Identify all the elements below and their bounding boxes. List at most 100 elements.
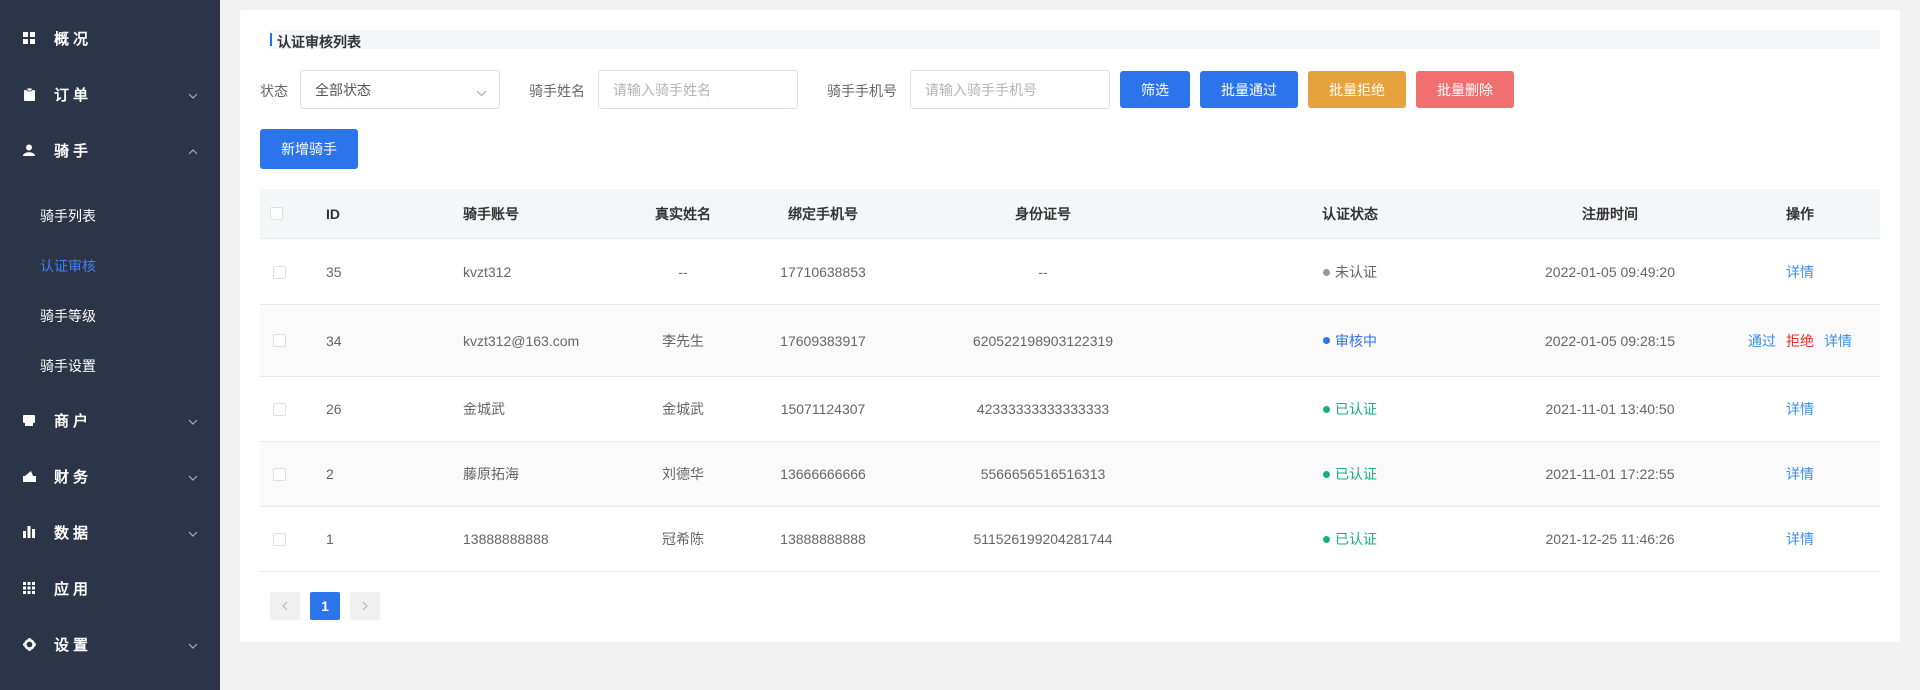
cell-phone: 17609383917 [780, 332, 866, 349]
nav-item-riders[interactable]: 骑手 [0, 122, 220, 178]
cell-register-time: 2021-12-25 11:46:26 [1545, 531, 1675, 547]
nav-label: 财务 [54, 468, 93, 486]
detail-link[interactable]: 详情 [1786, 464, 1814, 484]
row-checkbox[interactable] [273, 265, 286, 279]
page-number-current[interactable]: 1 [310, 592, 340, 620]
col-id: ID [326, 205, 340, 222]
sub-item-rider-level[interactable]: 骑手等级 [0, 296, 220, 336]
cell-register-time: 2022-01-05 09:28:15 [1545, 332, 1675, 349]
status-badge: 已认证 [1335, 531, 1377, 547]
store-icon [22, 413, 36, 427]
rider-name-input-box[interactable] [598, 70, 798, 109]
wallet-icon [22, 469, 36, 483]
row-select-cell [273, 240, 293, 304]
col-status: 认证状态 [1322, 205, 1378, 222]
select-all-checkbox[interactable] [270, 207, 283, 220]
cell-id: 2 [326, 466, 334, 482]
approve-link[interactable]: 通过 [1748, 331, 1776, 351]
table-row: 26 金城武 金城武 15071124307 42333333333333333 2021… [260, 377, 1880, 442]
rider-phone-input-box[interactable] [910, 70, 1110, 109]
select-all-cell [270, 189, 290, 238]
batch-approve-button[interactable]: 批量通过 [1200, 71, 1298, 108]
cell-real-name: 冠希陈 [662, 531, 704, 547]
main-card: 认证审核列表 状态 全部状态 骑手姓名 骑手手机号 筛选 批量通过 批量拒绝 批… [240, 10, 1900, 642]
cell-id: 26 [326, 401, 342, 417]
title-accent [270, 33, 272, 46]
grid-icon [22, 31, 36, 45]
cell-id: 1 [326, 531, 334, 547]
sub-item-rider-settings[interactable]: 骑手设置 [0, 346, 220, 386]
nav-item-data[interactable]: 数据 [0, 504, 220, 560]
nav-item-overview[interactable]: 概况 [0, 10, 220, 66]
cell-real-name: 刘德华 [662, 466, 704, 482]
row-select-cell [273, 305, 293, 376]
detail-link[interactable]: 详情 [1786, 399, 1814, 419]
prev-page-button[interactable] [270, 592, 300, 620]
cell-idcard: 5566656516516313 [980, 466, 1106, 482]
nav-label: 商户 [54, 412, 93, 430]
nav-label: 设置 [54, 636, 93, 654]
cell-status: 已认证 [1290, 442, 1410, 506]
cell-real-name: -- [678, 264, 688, 280]
cell-idcard: -- [1038, 264, 1048, 280]
nav-label: 订单 [54, 86, 93, 104]
add-rider-button[interactable]: 新增骑手 [260, 129, 358, 169]
clipboard-icon [22, 87, 36, 101]
col-phone: 绑定手机号 [788, 205, 858, 222]
row-checkbox[interactable] [273, 467, 286, 481]
row-checkbox[interactable] [273, 334, 286, 347]
cell-account: 藤原拓海 [463, 466, 519, 482]
rider-name-input[interactable] [613, 81, 797, 98]
cell-status: 审核中 [1290, 305, 1410, 376]
nav-item-merchants[interactable]: 商户 [0, 392, 220, 448]
chevron-down-icon [188, 468, 198, 484]
table-row: 35 kvzt312 -- 17710638853 -- 2022-01-05 09:49… [260, 240, 1880, 305]
cell-real-name: 金城武 [662, 401, 704, 417]
cell-phone: 13666666666 [780, 466, 866, 482]
reject-link[interactable]: 拒绝 [1786, 331, 1814, 351]
cell-phone: 17710638853 [780, 264, 866, 280]
row-checkbox[interactable] [273, 402, 286, 416]
col-account: 骑手账号 [463, 205, 519, 222]
row-select-cell [273, 377, 293, 441]
status-badge: 未认证 [1335, 264, 1377, 280]
row-select-cell [273, 507, 293, 571]
nav-label: 数据 [54, 524, 93, 542]
table-row: 34 kvzt312@163.com 李先生 17609383917 620522198… [260, 305, 1880, 377]
status-select[interactable]: 全部状态 [300, 70, 500, 109]
table-row: 2 藤原拓海 刘德华 13666666666 5566656516516313 2021-… [260, 442, 1880, 507]
rider-phone-input[interactable] [925, 81, 1109, 98]
detail-link[interactable]: 详情 [1786, 529, 1814, 549]
sub-item-rider-list[interactable]: 骑手列表 [0, 196, 220, 236]
user-icon [22, 143, 36, 157]
rider-name-label: 骑手姓名 [529, 83, 585, 99]
filter-button[interactable]: 筛选 [1120, 71, 1190, 108]
cell-actions: 详情 [1720, 240, 1880, 304]
cell-status: 未认证 [1290, 240, 1410, 304]
col-register-time: 注册时间 [1582, 205, 1638, 222]
nav-item-finance[interactable]: 财务 [0, 448, 220, 504]
cell-register-time: 2021-11-01 17:22:55 [1545, 466, 1675, 482]
nav-item-apps[interactable]: 应用 [0, 560, 220, 616]
cell-idcard: 511526199204281744 [973, 531, 1113, 547]
detail-link[interactable]: 详情 [1786, 262, 1814, 282]
chevron-down-icon [188, 86, 198, 102]
chevron-down-icon [188, 412, 198, 428]
batch-delete-button[interactable]: 批量删除 [1416, 71, 1514, 108]
batch-reject-button[interactable]: 批量拒绝 [1308, 71, 1406, 108]
bar-chart-icon [22, 525, 36, 539]
nav-item-settings[interactable]: 设置 [0, 616, 220, 672]
sub-item-verification[interactable]: 认证审核 [0, 246, 220, 286]
next-page-button[interactable] [350, 592, 380, 620]
table-header: ID 骑手账号 真实姓名 绑定手机号 身份证号 认证状态 注册时间 操作 [260, 189, 1880, 239]
cell-actions: 详情 [1720, 442, 1880, 506]
nav-label: 应用 [54, 580, 93, 598]
cell-phone: 15071124307 [780, 401, 866, 417]
cell-status: 已认证 [1290, 507, 1410, 571]
detail-link[interactable]: 详情 [1824, 331, 1852, 351]
cell-id: 34 [326, 332, 342, 349]
nav-item-orders[interactable]: 订单 [0, 66, 220, 122]
row-checkbox[interactable] [273, 532, 286, 546]
status-dot [1323, 470, 1330, 478]
chevron-down-icon [476, 84, 487, 100]
